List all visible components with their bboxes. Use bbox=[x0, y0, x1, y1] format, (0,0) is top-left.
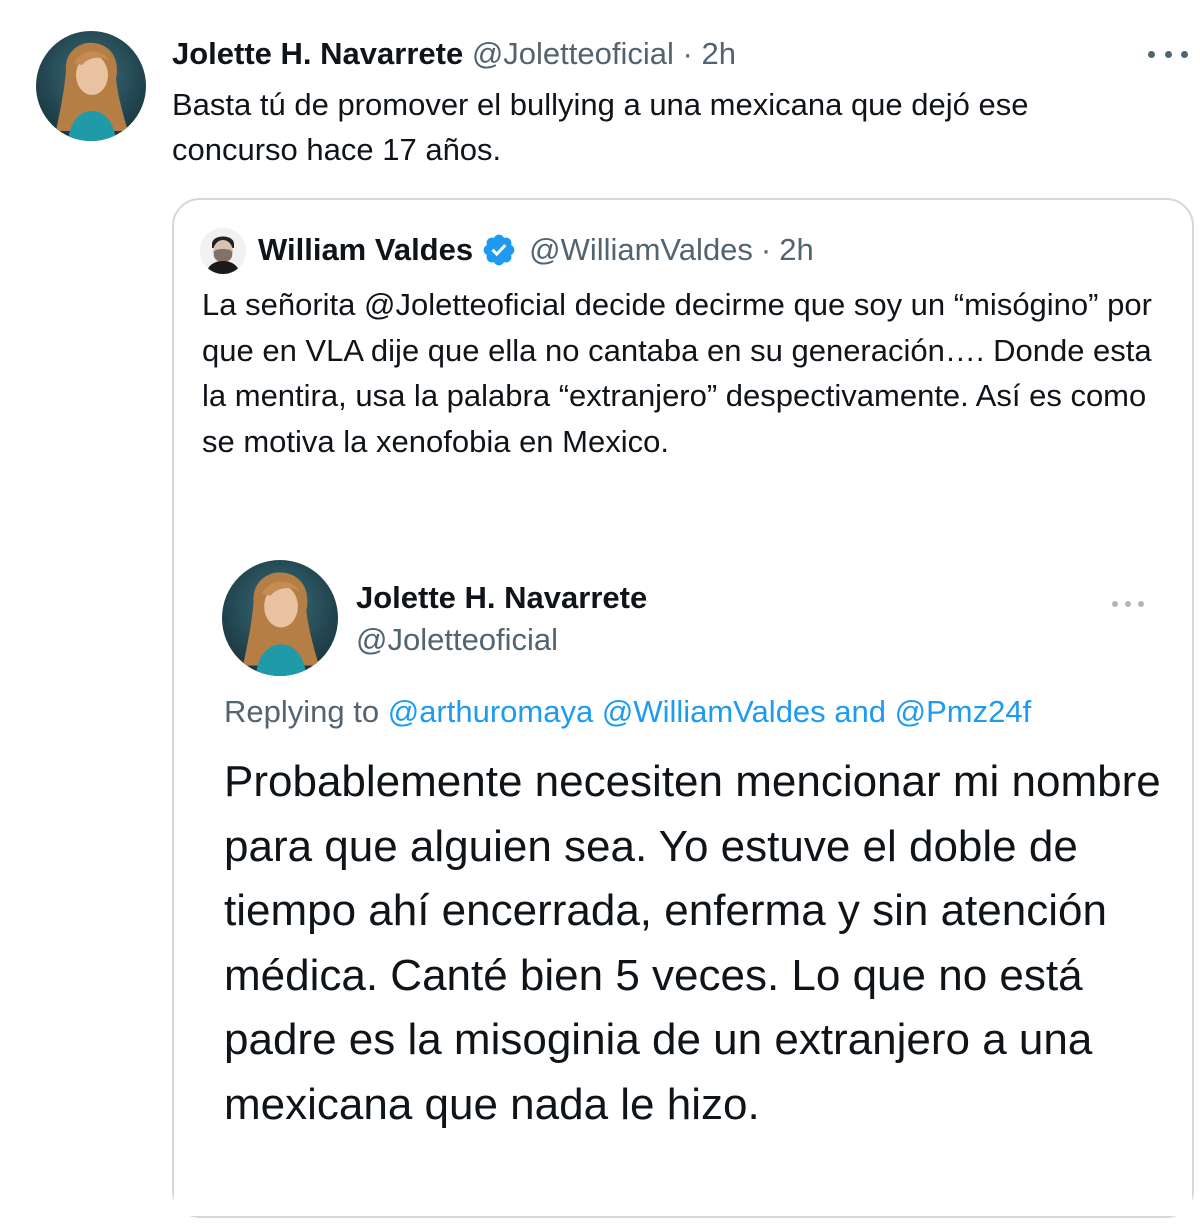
quoted-header: William Valdes @WilliamValdes · 2h bbox=[258, 230, 814, 270]
quoted-tweet-text: La señorita @Joletteoficial decide decir… bbox=[202, 287, 1152, 459]
tweet-text: Basta tú de promover el bullying a una m… bbox=[172, 87, 1029, 167]
author-avatar-image bbox=[56, 42, 128, 141]
quoted-tweet[interactable]: William Valdes @WilliamValdes · 2h La se… bbox=[172, 198, 1194, 1218]
embedded-author-handle: @Joletteoficial bbox=[356, 622, 559, 657]
embedded-author-avatar bbox=[222, 560, 338, 676]
quoted-author-avatar bbox=[200, 228, 246, 274]
author-avatar[interactable] bbox=[36, 31, 146, 141]
embedded-tweet-image: Jolette H. Navarrete @Joletteoficial Rep… bbox=[174, 540, 1192, 1216]
quoted-author-handle: @WilliamValdes bbox=[529, 232, 753, 267]
mention-pmz24f: @Pmz24f bbox=[894, 694, 1032, 729]
mention-arthuromaya: @arthuromaya bbox=[387, 694, 594, 729]
embedded-author-name: Jolette H. Navarrete bbox=[356, 580, 648, 615]
quoted-timestamp: 2h bbox=[779, 232, 814, 267]
tweet[interactable]: Jolette H. Navarrete @Joletteoficial · 2… bbox=[0, 0, 1200, 1226]
embedded-tweet-text: Probablemente necesiten mencionar mi nom… bbox=[224, 757, 1161, 1129]
quoted-avatar-image bbox=[200, 228, 246, 274]
more-horizontal-icon[interactable] bbox=[1148, 40, 1188, 68]
replying-to-label: Replying to bbox=[224, 694, 380, 729]
replying-to-line: Replying to @arthuromaya @WilliamValdes … bbox=[224, 692, 1031, 732]
separator-dot: · bbox=[682, 36, 693, 71]
embedded-more-horizontal-icon bbox=[1112, 594, 1144, 614]
embedded-avatar-image bbox=[243, 572, 320, 676]
quoted-separator-dot: · bbox=[760, 232, 772, 267]
mention-williamvaldes: @WilliamValdes bbox=[601, 694, 826, 729]
tweet-header: Jolette H. Navarrete @Joletteoficial · 2… bbox=[172, 34, 736, 74]
author-handle[interactable]: @Joletteoficial bbox=[472, 36, 674, 71]
tweet-timestamp[interactable]: 2h bbox=[701, 36, 735, 71]
author-name[interactable]: Jolette H. Navarrete bbox=[172, 36, 463, 71]
and-word: and bbox=[834, 694, 887, 729]
verified-badge-icon bbox=[481, 232, 517, 268]
quoted-author-name: William Valdes bbox=[258, 232, 474, 267]
